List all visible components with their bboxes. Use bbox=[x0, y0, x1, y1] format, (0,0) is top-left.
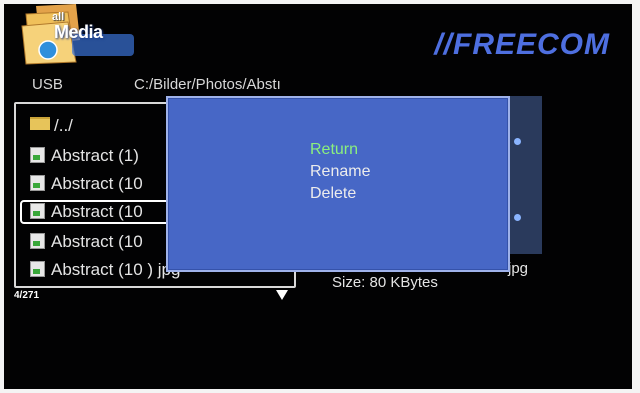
image-file-icon bbox=[30, 203, 45, 219]
preview-dot bbox=[514, 214, 521, 221]
image-file-icon bbox=[30, 233, 45, 249]
menu-item-delete[interactable]: Delete bbox=[310, 184, 356, 204]
context-menu-dialog: Return Rename Delete bbox=[166, 96, 510, 272]
image-file-icon bbox=[30, 261, 45, 277]
preview-dot bbox=[514, 138, 521, 145]
file-name: Abstract (10 bbox=[51, 174, 143, 193]
menu-item-rename[interactable]: Rename bbox=[310, 162, 370, 182]
file-name: Abstract (10 bbox=[51, 202, 143, 221]
logo-word-media: Media bbox=[54, 22, 103, 42]
media-player-screen: all Media //FREECOM USB C:/Bilder/Photos… bbox=[4, 4, 632, 389]
source-label[interactable]: USB bbox=[32, 76, 63, 93]
menu-item-return[interactable]: Return bbox=[310, 140, 358, 160]
item-position-counter: 4/271 bbox=[14, 290, 40, 301]
scroll-down-arrow-icon[interactable] bbox=[276, 290, 288, 300]
brand-logo: //FREECOM bbox=[434, 28, 610, 61]
parent-dir-label: /../ bbox=[54, 116, 73, 135]
current-path: C:/Bilder/Photos/Abstı bbox=[134, 76, 281, 93]
image-file-icon bbox=[30, 175, 45, 191]
file-name: Abstract (10 ) jpg bbox=[51, 260, 181, 279]
allmedia-logo: all Media bbox=[18, 4, 138, 66]
image-file-icon bbox=[30, 147, 45, 163]
file-extension: jpg bbox=[508, 260, 529, 277]
file-size: Size: 80 KBytes bbox=[332, 274, 438, 291]
file-name: Abstract (1) bbox=[51, 146, 139, 165]
folder-icon bbox=[30, 117, 50, 130]
file-name: Abstract (10 bbox=[51, 232, 143, 251]
